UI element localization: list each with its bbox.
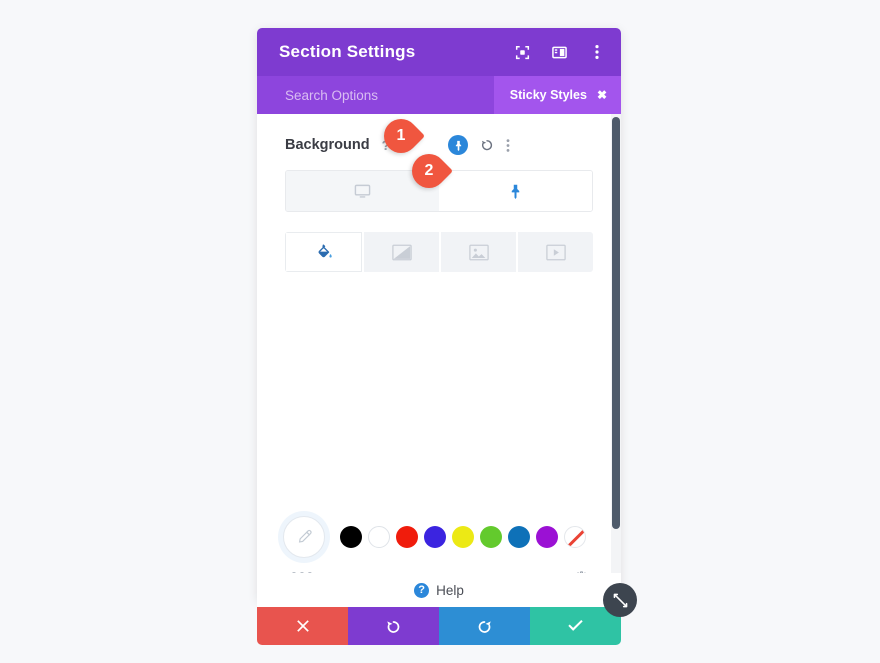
swatch-yellow[interactable] xyxy=(452,526,474,548)
search-bar: Sticky Styles ✖ xyxy=(257,76,621,114)
tab-background-image[interactable] xyxy=(441,232,516,272)
resize-handle[interactable] xyxy=(603,583,637,617)
more-options-icon[interactable] xyxy=(506,138,510,153)
footer-action-bar xyxy=(257,607,621,645)
callout-marker-1: 1 xyxy=(376,111,436,161)
close-icon xyxy=(296,620,309,632)
scrollbar-track[interactable] xyxy=(611,114,621,573)
palette-tab-global[interactable]: Global xyxy=(459,571,497,573)
save-button[interactable] xyxy=(530,607,621,645)
swatch-black[interactable] xyxy=(340,526,362,548)
monitor-icon xyxy=(354,184,371,198)
callout-marker-label: 2 xyxy=(424,162,434,179)
undo-button[interactable] xyxy=(348,607,439,645)
sticky-pin-icon[interactable] xyxy=(448,135,469,155)
more-options-icon[interactable] xyxy=(588,44,605,61)
callout-marker-label: 1 xyxy=(396,127,406,144)
tab-background-color[interactable] xyxy=(285,232,362,272)
color-picker-area: ••• Saved Global Recent xyxy=(257,516,621,573)
gear-icon[interactable] xyxy=(574,571,589,573)
diagonal-resize-icon xyxy=(613,593,627,607)
titlebar-icon-group xyxy=(514,44,605,61)
palette-tab-recent[interactable]: Recent xyxy=(515,571,556,573)
tab-background-video[interactable] xyxy=(518,232,593,272)
swatch-steel-blue[interactable] xyxy=(508,526,530,548)
search-input[interactable] xyxy=(285,76,494,114)
layout-panel-icon[interactable] xyxy=(551,44,568,61)
sticky-styles-pill-label: Sticky Styles xyxy=(509,88,587,102)
help-label[interactable]: Help xyxy=(436,583,464,598)
help-icon[interactable]: ? xyxy=(414,582,430,598)
scrollbar-thumb[interactable] xyxy=(612,117,620,529)
swatch-transparent[interactable] xyxy=(564,526,586,548)
tab-background-gradient[interactable] xyxy=(364,232,439,272)
redo-icon xyxy=(478,620,491,633)
cancel-button[interactable] xyxy=(257,607,348,645)
reset-icon[interactable] xyxy=(480,138,494,152)
close-icon[interactable]: ✖ xyxy=(597,88,607,102)
image-icon xyxy=(468,244,489,260)
palette-tab-saved[interactable]: Saved xyxy=(403,571,441,573)
undo-icon xyxy=(387,620,400,633)
swatch-more-dots[interactable]: ••• xyxy=(257,566,315,573)
swatch-red[interactable] xyxy=(396,526,418,548)
swatch-blue[interactable] xyxy=(424,526,446,548)
modal-titlebar: Section Settings xyxy=(257,28,621,76)
page-title: Section Settings xyxy=(279,42,416,61)
swatch-row xyxy=(257,516,621,558)
checkmark-icon xyxy=(568,619,583,631)
callout-marker-2: 2 xyxy=(404,146,464,196)
fullscreen-icon[interactable] xyxy=(514,44,531,61)
section-settings-modal: Section Settings Search Options Sticky S… xyxy=(257,28,621,645)
background-label: Background xyxy=(285,137,370,153)
sticky-styles-pill[interactable]: Sticky Styles ✖ xyxy=(493,76,621,114)
swatch-purple[interactable] xyxy=(536,526,558,548)
eyedropper-icon[interactable] xyxy=(283,516,325,558)
gradient-icon xyxy=(391,244,412,260)
background-header-icons xyxy=(448,135,510,155)
video-icon xyxy=(545,244,566,260)
paint-bucket-icon xyxy=(318,244,332,258)
swatch-white[interactable] xyxy=(368,526,390,548)
background-type-tabs xyxy=(285,232,593,272)
background-section-header: Background ? xyxy=(257,114,621,156)
redo-button[interactable] xyxy=(439,607,530,645)
swatch-green[interactable] xyxy=(480,526,502,548)
help-row: ? Help xyxy=(257,573,621,607)
pin-icon xyxy=(511,184,520,199)
